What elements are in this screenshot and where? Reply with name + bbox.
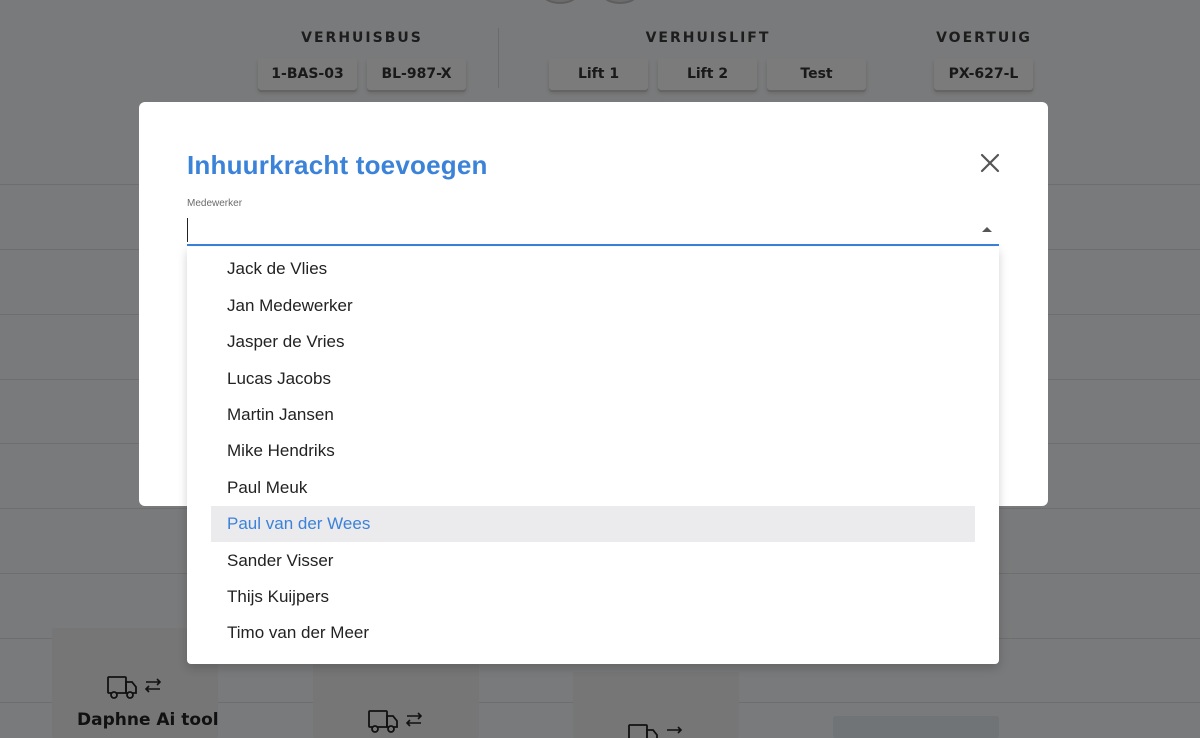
arrow-drop-up-icon[interactable]	[981, 224, 993, 236]
option-item[interactable]: Jack de Vlies	[211, 251, 975, 287]
option-item[interactable]: Jan Medewerker	[211, 288, 975, 324]
option-item[interactable]: Timo van der Meer	[211, 615, 975, 651]
medewerker-select[interactable]	[187, 214, 999, 246]
option-item[interactable]: Thijs Kuijpers	[211, 579, 975, 615]
option-item[interactable]: Sander Visser	[211, 543, 975, 579]
option-item[interactable]: Lucas Jacobs	[211, 361, 975, 397]
close-icon[interactable]	[977, 150, 1003, 176]
option-item-highlighted[interactable]: Paul van der Wees	[211, 506, 975, 542]
medewerker-label: Medewerker	[187, 198, 243, 209]
option-item[interactable]: Paul Meuk	[211, 470, 975, 506]
dialog-title: Inhuurkracht toevoegen	[187, 150, 488, 180]
option-item[interactable]: Mike Hendriks	[211, 433, 975, 469]
option-item[interactable]: Jasper de Vries	[211, 324, 975, 360]
option-item[interactable]: Martin Jansen	[211, 397, 975, 433]
medewerker-options-list: Jack de Vlies Jan Medewerker Jasper de V…	[187, 247, 999, 664]
medewerker-input[interactable]	[187, 218, 957, 242]
